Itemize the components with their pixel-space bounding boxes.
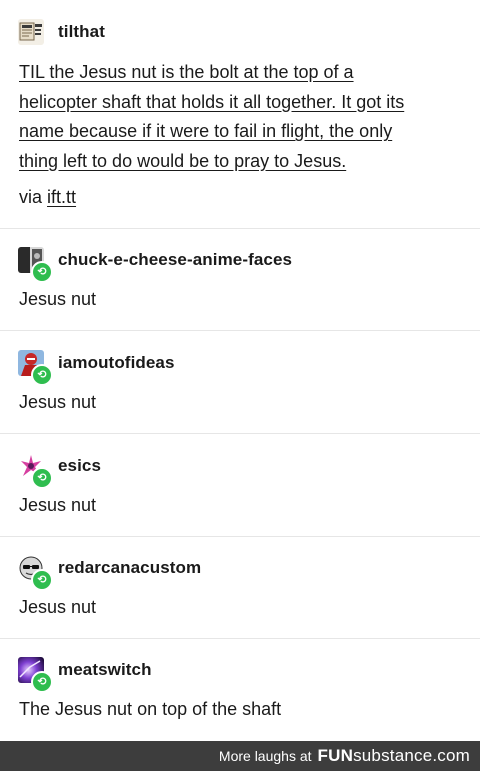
via-source: via ift.tt	[19, 187, 76, 208]
watermark-brand-bold: FUN	[317, 746, 354, 765]
post-body: TIL the Jesus nut is the bolt at the top…	[19, 58, 459, 176]
reblog-text: The Jesus nut on top of the shaft	[19, 699, 282, 719]
post-header: tilthat	[18, 16, 105, 48]
divider	[0, 638, 480, 639]
watermark-prefix: More laughs at	[218, 748, 312, 764]
post-username[interactable]: tilthat	[58, 22, 105, 42]
reblog-header: ⟲ redarcanacustom	[18, 552, 201, 591]
original-post: tilthat TIL the Jesus nut is the bolt at…	[0, 14, 480, 224]
reblog-entry: ⟲ esics Jesus nut	[0, 450, 480, 530]
reblog-text: Jesus nut	[19, 392, 97, 412]
post-body-line: TIL the Jesus nut is the bolt at the top…	[19, 62, 354, 82]
reblog-entry: ⟲ meatswitch The Jesus nut on top of the…	[0, 654, 480, 734]
watermark-brand[interactable]: FUNsubstance.com	[318, 746, 470, 766]
reblog-text: Jesus nut	[19, 597, 97, 617]
reblog-text: Jesus nut	[19, 289, 97, 309]
reblog-entry: ⟲ iamoutofideas Jesus nut	[0, 347, 480, 427]
reblog-username[interactable]: iamoutofideas	[58, 353, 175, 373]
divider	[0, 433, 480, 434]
reblog-entry: ⟲ chuck-e-cheese-anime-faces Jesus nut	[0, 244, 480, 324]
reblog-icon: ⟲	[31, 467, 53, 489]
newspaper-avatar-icon[interactable]	[18, 19, 44, 45]
reblog-text: Jesus nut	[19, 495, 97, 515]
divider	[0, 536, 480, 537]
reblog-icon: ⟲	[31, 569, 53, 591]
watermark-bar: More laughs at FUNsubstance.com	[0, 741, 480, 771]
reblog-icon: ⟲	[31, 364, 53, 386]
reblog-username[interactable]: esics	[58, 456, 101, 476]
reblog-entry: ⟲ redarcanacustom Jesus nut	[0, 552, 480, 632]
reblog-header: ⟲ chuck-e-cheese-anime-faces	[18, 244, 292, 283]
watermark-brand-rest: substance.com	[353, 746, 470, 765]
reblog-username[interactable]: redarcanacustom	[58, 558, 201, 578]
reblog-header: ⟲ meatswitch	[18, 654, 152, 693]
reblog-header: ⟲ iamoutofideas	[18, 347, 175, 386]
skull-sunglasses-avatar-icon[interactable]: ⟲	[18, 555, 53, 591]
reblog-icon: ⟲	[31, 671, 53, 693]
post-body-line: helicopter shaft that holds it all toget…	[19, 91, 405, 112]
divider	[0, 228, 480, 229]
purple-glow-avatar-icon[interactable]: ⟲	[18, 657, 53, 693]
red-figure-avatar-icon[interactable]: ⟲	[18, 350, 53, 386]
dark-avatar-icon[interactable]: ⟲	[18, 247, 53, 283]
reblog-username[interactable]: meatswitch	[58, 660, 152, 680]
reblog-icon: ⟲	[31, 261, 53, 283]
post-body-line: name because if it were to fail in fligh…	[19, 121, 393, 141]
reblog-username[interactable]: chuck-e-cheese-anime-faces	[58, 250, 292, 270]
via-link[interactable]: ift.tt	[47, 187, 76, 207]
divider	[0, 330, 480, 331]
reblog-header: ⟲ esics	[18, 450, 101, 489]
pink-sparkle-avatar-icon[interactable]: ⟲	[18, 453, 53, 489]
via-label: via	[19, 187, 43, 207]
post-body-line: thing left to do would be to pray to Jes…	[19, 150, 347, 171]
